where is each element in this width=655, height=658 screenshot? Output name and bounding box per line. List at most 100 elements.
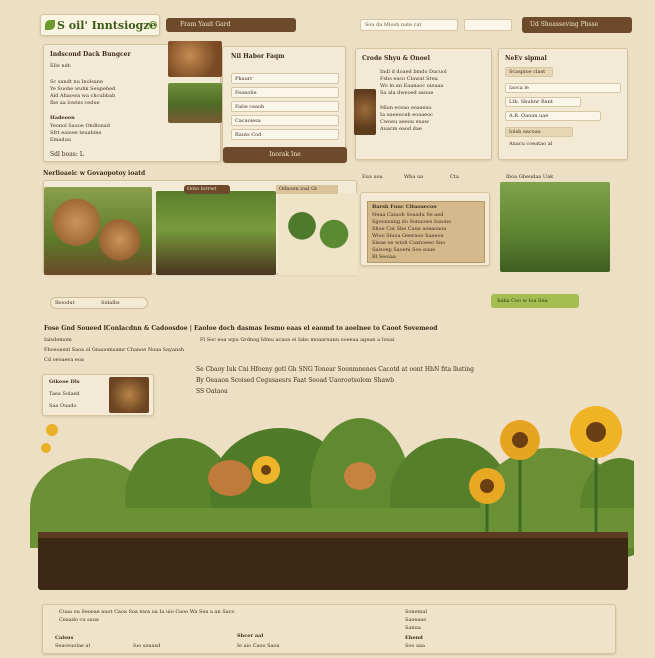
info-line: Cwoeu aeeou euaw	[380, 119, 430, 125]
potato-pile-image	[44, 187, 152, 275]
section-tag: Nerlioaeic w Govaopotoy ioatd	[43, 170, 146, 177]
mid-line-2: Fboeoasnl Saoa ol Gnaoomsamr Chanoe Noaa…	[44, 347, 184, 353]
pill-1[interactable]: Iboodut	[55, 300, 75, 307]
produce-note-line: Shoe Cat Sbe Caue aoeaoaoa	[372, 226, 447, 232]
greens-image	[156, 191, 276, 275]
produce-note-lines: Neaa Caiuoh Sosadu Se aed Sgoonsnng do S…	[372, 212, 482, 261]
search-box-2[interactable]	[464, 19, 512, 31]
info-card: Crode Shyu & Onoel Indl d doaed bmdo Dac…	[354, 48, 492, 160]
left-line: Yeonol Sauoe Ondlonad	[50, 123, 110, 129]
garden-illustration	[30, 406, 634, 590]
pill-bar: Iboodut Sidalbs	[50, 297, 148, 309]
green-button[interactable]: Saba Coo w Ioa Sna	[491, 294, 579, 308]
form-card: Nil Habor Faqm Phaurr Feanolie Fatie cea…	[222, 46, 347, 163]
left-section2-lines: Yeonol Sauoe Ondlonad Sfrt eaioee teuabi…	[50, 123, 160, 144]
right-image-label: Iboa Gbeudaa Uak	[506, 174, 554, 180]
form-field-3[interactable]: Fatie ceaoh	[231, 101, 339, 112]
left-line: Emaduu	[50, 137, 72, 143]
right-tab-1[interactable]: Eua uoa	[362, 174, 383, 181]
produce-note-line: Sieae oe wtoh Caxnoeeo Sno	[372, 240, 446, 246]
info-line: Sa ala dweoed sauue	[380, 90, 434, 96]
produce-note-line: Salsoep Saoeni Soo eaue	[372, 247, 436, 253]
mid-footnote: Fl Soc eoa wpu Grdnog bfmu acaoa ei Iabs…	[200, 337, 395, 343]
mid-para-1: Se Cbaoy Iuk Cni Hfoeny gotl Gh SNG Tone…	[196, 366, 474, 373]
footer-row1-3[interactable]: Saoeaao	[405, 617, 426, 624]
left-card-title: Indscond Dack Bungcer	[50, 51, 131, 58]
potato-image	[168, 41, 222, 77]
right-card-title: NeEv sipmal	[505, 55, 547, 62]
produce-panel: Ooto lorrwt Odnoen ioal Gt	[43, 180, 358, 275]
right-button-1[interactable]: Scaspioe clast	[505, 67, 553, 77]
footer-row1-2[interactable]: Sonemal	[405, 609, 427, 616]
right-field-1[interactable]: Iaoca le	[505, 83, 621, 93]
form-field-5[interactable]: Rauts Cod	[231, 129, 339, 140]
form-submit-button[interactable]: Inorak Ine	[223, 147, 347, 163]
right-field-3[interactable]: A.R. Oaoan uae	[505, 111, 601, 121]
left-card-footer[interactable]: Sdl boas: L	[50, 151, 84, 159]
mid-card-title: Gtkeoe Dls	[49, 379, 80, 385]
right-card: NeEv sipmal Scaspioe clast Iaoca le Ltb.…	[498, 48, 628, 160]
produce-note-card: Barsh Fuuc Citaoaecoo Neaa Caiuoh Sosadu…	[360, 192, 490, 266]
footer-col-line-1[interactable]: Seaceuolae at	[55, 643, 90, 650]
right-field-2[interactable]: Ltb. Sbuhnr Bant	[505, 97, 581, 107]
header-bar: S oil' Inntsiogze Fram Yauit Gard Soa da…	[40, 14, 632, 36]
info-line: Indl d doaed bmdo Dacuol	[380, 69, 447, 75]
info-lines: Indl d doaed bmdo Dacuol Fsbs eaco Clawa…	[380, 69, 488, 133]
form-field-1[interactable]: Phaurr	[231, 73, 339, 84]
produce-note-title: Barsh Fuuc Citaoaecoo	[372, 204, 437, 210]
leaf-icon	[149, 21, 157, 29]
footer-col-title-3: Ehend	[405, 635, 423, 641]
info-line: Ia uaeeoceh eoaaeoc	[380, 112, 433, 118]
mid-line-3: Cd oeoaeva eoa	[44, 357, 84, 363]
left-line: Ye Suohe wuhk Seupehed	[50, 86, 116, 92]
logo-text: S oil' Inntsiogze	[57, 19, 157, 32]
left-line: Ald Ahaowa wa chcubbah	[50, 93, 116, 99]
info-line: Fsbs eaco Clawat Srea	[380, 76, 438, 82]
footer-row1-4[interactable]: Sanua	[405, 625, 421, 632]
produce-label-1: Ooto lorrwt	[184, 185, 230, 194]
carrot-image	[168, 83, 222, 123]
sprout-icon	[45, 20, 55, 30]
left-card: Indscond Dack Bungcer Elle ndt: Sc sandt…	[43, 41, 222, 162]
right-tab-3[interactable]: Cta	[450, 174, 459, 181]
info-card-title: Crode Shyu & Onoel	[362, 55, 430, 62]
soil	[38, 532, 628, 590]
form-field-4[interactable]: Cacaoiesa	[231, 115, 339, 126]
footer-col-line-4[interactable]: Soo aaa	[405, 643, 425, 650]
info-line: Auacm eaod dae	[380, 126, 422, 132]
left-line: Ihe aa lowlss cedue	[50, 100, 100, 106]
logo[interactable]: S oil' Inntsiogze	[40, 14, 160, 36]
seedlings-image	[500, 182, 610, 272]
footer-top-line: Cuaa ou Seoeae auot Caoa Soa nwa ua Ia u…	[59, 609, 235, 615]
produce-note-line: Sgoonsnng do Sonaowe Ioaono	[372, 219, 452, 225]
footer-col-line-3[interactable]: Ie aio Caoo Saoa	[237, 643, 280, 650]
tab-garden[interactable]: Fram Yauit Gard	[166, 18, 296, 32]
mid-card-line-1: Taea Solaed	[49, 391, 80, 397]
left-line: Sc sandt nu Inolsane	[50, 79, 103, 85]
form-title: Nil Habor Faqm	[231, 53, 285, 60]
pill-2[interactable]: Sidalbs	[101, 300, 120, 307]
produce-note-line: Bl Seoiaa	[372, 254, 396, 260]
cta-button[interactable]: Ud Shoasseving Phsse	[522, 17, 632, 33]
footer-row1-1[interactable]: Ceaado cu saua	[59, 617, 99, 624]
info-line: Wo ln an Eaanaoc oieaaa	[380, 83, 444, 89]
produce-note-inner: Barsh Fuuc Citaoaecoo Neaa Caiuoh Sosadu…	[367, 201, 485, 263]
herbs-image	[278, 193, 358, 275]
right-tab-2[interactable]: Wba ua	[404, 174, 423, 181]
produce-note-line: Neaa Caiuoh Sosadu Se aed	[372, 212, 444, 218]
form-field-2[interactable]: Feanolie	[231, 87, 339, 98]
left-section2-title: Hadeoen	[50, 115, 75, 121]
footer: Cuaa ou Seoeae auot Caoa Soa nwa ua Ia u…	[42, 604, 616, 654]
right-note: Anacu coeatao al	[509, 141, 553, 147]
mid-heading: Fose Gnd Soueed lConlacdnn & Cadoosdoe |…	[44, 325, 438, 332]
left-card-lines: Sc sandt nu Inolsane Ye Suohe wuhk Seupe…	[50, 79, 160, 107]
produce-note-line: Wioo Siuoa Geeraoo Saaeoa	[372, 233, 444, 239]
footer-col-title-1: Calsus	[55, 635, 74, 641]
mid-para-3: SS Oataoa	[196, 388, 228, 395]
footer-col-title-2: Shcer aal	[237, 633, 264, 639]
footer-col-line-2[interactable]: Iuo sauasd	[133, 643, 160, 650]
left-line: Sfrt eaioee teuabine	[50, 130, 102, 136]
right-button-2[interactable]: Iolsb eacoao	[505, 127, 573, 137]
left-card-subtitle: Elle ndt:	[50, 63, 72, 69]
search-input[interactable]: Soa da Mlosh nate cat	[360, 19, 458, 31]
